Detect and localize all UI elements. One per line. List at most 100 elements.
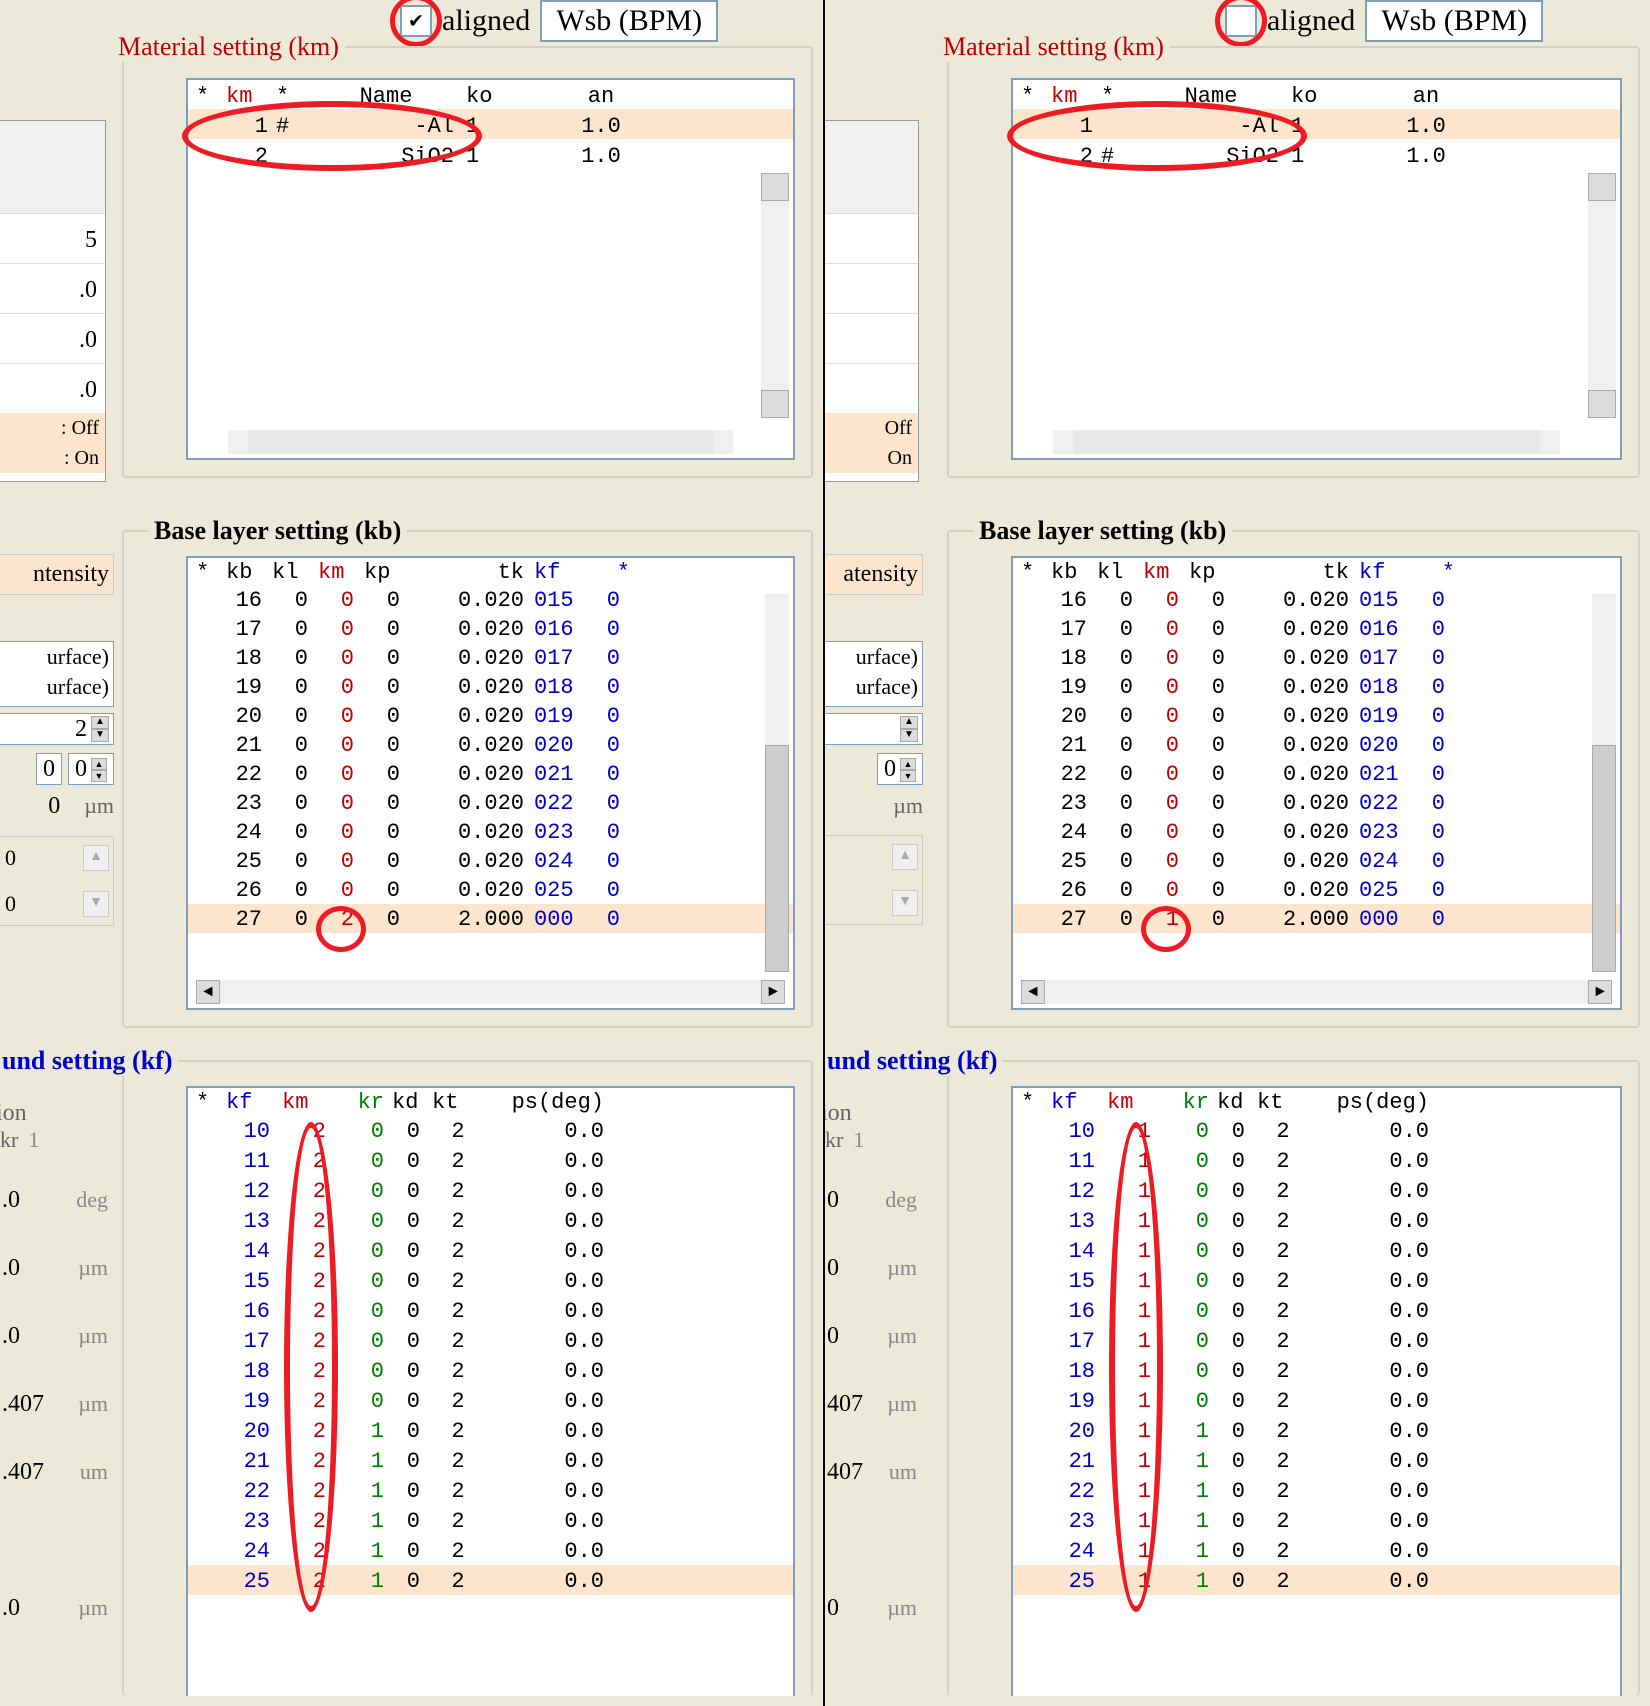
material-row[interactable]: 2 SiO211.0 xyxy=(188,139,793,169)
base-row[interactable]: 250000.0200240 xyxy=(188,846,793,875)
base-row[interactable]: 160000.0200150 xyxy=(188,585,793,614)
spin-arrows[interactable]: ▲▼ xyxy=(900,716,918,742)
material-title: Material setting (km) xyxy=(112,32,345,62)
base-row[interactable]: 230000.0200220 xyxy=(188,788,793,817)
compound-row[interactable]: 1220020.0 xyxy=(188,1175,793,1205)
compound-row[interactable]: 2211020.0 xyxy=(1013,1475,1620,1505)
compound-row[interactable]: 1010020.0 xyxy=(1013,1115,1620,1145)
material-title: Material setting (km) xyxy=(937,32,1170,62)
compound-row[interactable]: 2521020.0 xyxy=(188,1565,793,1595)
compound-row[interactable]: 1320020.0 xyxy=(188,1205,793,1235)
aligned-label: aligned xyxy=(442,4,530,38)
aligned-checkbox[interactable]: ✔ xyxy=(400,5,432,37)
compound-title: und setting (kf) xyxy=(825,1046,1003,1076)
compound-row[interactable]: 1310020.0 xyxy=(1013,1205,1620,1235)
base-row[interactable]: 220000.0200210 xyxy=(188,759,793,788)
base-hscrollbar[interactable]: ◄► xyxy=(1021,980,1612,1004)
compound-row[interactable]: 2511020.0 xyxy=(1013,1565,1620,1595)
compound-row[interactable]: 1110020.0 xyxy=(1013,1145,1620,1175)
base-row[interactable]: 190000.0200180 xyxy=(1013,672,1620,701)
material-row[interactable]: 1 -Al11.0 xyxy=(1013,109,1620,139)
compound-list[interactable]: * kf km kr kd kt ps(deg) 1020020.0112002… xyxy=(186,1086,795,1696)
compound-list[interactable]: * kf km kr kd kt ps(deg) 1010020.0111002… xyxy=(1011,1086,1622,1696)
scroll-up-icon[interactable] xyxy=(1588,173,1616,201)
compound-header: * kf km kr kd kt ps(deg) xyxy=(188,1088,793,1115)
base-vscrollbar[interactable] xyxy=(765,594,789,972)
compound-row[interactable]: 1910020.0 xyxy=(1013,1385,1620,1415)
material-list[interactable]: * km * Name ko an 1# -Al11.0 2 xyxy=(186,78,795,460)
stepper-up-icon[interactable]: ▲ xyxy=(83,845,109,871)
base-row[interactable]: 230000.0200220 xyxy=(1013,788,1620,817)
material-list[interactable]: * km * Name ko an 1 -Al11.0 2# xyxy=(1011,78,1622,460)
base-row[interactable]: 180000.0200170 xyxy=(188,643,793,672)
base-row[interactable]: 170000.0200160 xyxy=(1013,614,1620,643)
scroll-down-icon[interactable] xyxy=(761,390,789,418)
base-row[interactable]: 260000.0200250 xyxy=(188,875,793,904)
base-row[interactable]: 190000.0200180 xyxy=(188,672,793,701)
base-row[interactable]: 220000.0200210 xyxy=(1013,759,1620,788)
compound-row[interactable]: 2311020.0 xyxy=(1013,1505,1620,1535)
base-row[interactable]: 240000.0200230 xyxy=(188,817,793,846)
base-row[interactable]: 160000.0200150 xyxy=(1013,585,1620,614)
base-row[interactable]: 170000.0200160 xyxy=(188,614,793,643)
compound-row[interactable]: 2411020.0 xyxy=(1013,1535,1620,1565)
base-row[interactable]: 260000.0200250 xyxy=(1013,875,1620,904)
material-row[interactable]: 1# -Al11.0 xyxy=(188,109,793,139)
wsb-button[interactable]: Wsb (BPM) xyxy=(540,0,718,42)
check-icon: ✔ xyxy=(409,8,422,34)
compound-row[interactable]: 1620020.0 xyxy=(188,1295,793,1325)
base-row[interactable]: 200000.0200190 xyxy=(1013,701,1620,730)
base-row[interactable]: 210000.0200200 xyxy=(188,730,793,759)
material-row[interactable]: 2# SiO211.0 xyxy=(1013,139,1620,169)
base-row[interactable]: 180000.0200170 xyxy=(1013,643,1620,672)
compound-row[interactable]: 1410020.0 xyxy=(1013,1235,1620,1265)
compound-row[interactable]: 1920020.0 xyxy=(188,1385,793,1415)
compound-row[interactable]: 1120020.0 xyxy=(188,1145,793,1175)
spin-arrows[interactable]: ▲▼ xyxy=(91,716,109,742)
base-row[interactable]: 240000.0200230 xyxy=(1013,817,1620,846)
base-rows: 160000.0200150170000.0200160180000.02001… xyxy=(1013,585,1620,933)
compound-title: und setting (kf) xyxy=(0,1046,178,1076)
compound-row[interactable]: 1820020.0 xyxy=(188,1355,793,1385)
compound-row[interactable]: 2111020.0 xyxy=(1013,1445,1620,1475)
base-vscrollbar[interactable] xyxy=(1592,594,1616,972)
compound-row[interactable]: 2421020.0 xyxy=(188,1535,793,1565)
base-row[interactable]: 270202.0000000 xyxy=(188,904,793,933)
compound-row[interactable]: 1210020.0 xyxy=(1013,1175,1620,1205)
scroll-up-icon[interactable] xyxy=(761,173,789,201)
compound-row[interactable]: 1420020.0 xyxy=(188,1235,793,1265)
compound-row[interactable]: 1720020.0 xyxy=(188,1325,793,1355)
stepper-down-icon[interactable]: ▼ xyxy=(83,891,109,917)
stepper-up-icon[interactable]: ▲ xyxy=(892,844,918,870)
compound-row[interactable]: 2011020.0 xyxy=(1013,1415,1620,1445)
base-hscrollbar[interactable]: ◄► xyxy=(196,980,785,1004)
compound-row[interactable]: 2321020.0 xyxy=(188,1505,793,1535)
base-layer-list[interactable]: * kb kl km kp tk kf * 160000.02001501700… xyxy=(186,556,795,1010)
base-row[interactable]: 210000.0200200 xyxy=(1013,730,1620,759)
material-hscrollbar[interactable] xyxy=(1053,430,1560,454)
base-row[interactable]: 200000.0200190 xyxy=(188,701,793,730)
compound-row[interactable]: 2021020.0 xyxy=(188,1415,793,1445)
base-layer-list[interactable]: * kb kl km kp tk kf * 160000.02001501700… xyxy=(1011,556,1622,1010)
left-bot-fragments: ion kr1 0deg0µm0µm407µm407um0µm xyxy=(825,1096,923,1696)
material-rows: 1# -Al11.0 2 SiO211.0 xyxy=(188,109,793,169)
wsb-button[interactable]: Wsb (BPM) xyxy=(1365,0,1543,42)
compound-row[interactable]: 1810020.0 xyxy=(1013,1355,1620,1385)
compound-row[interactable]: 1020020.0 xyxy=(188,1115,793,1145)
compound-row[interactable]: 1510020.0 xyxy=(1013,1265,1620,1295)
compound-row[interactable]: 2121020.0 xyxy=(188,1445,793,1475)
compound-row[interactable]: 1710020.0 xyxy=(1013,1325,1620,1355)
scroll-down-icon[interactable] xyxy=(1588,390,1616,418)
material-hscrollbar[interactable] xyxy=(228,430,733,454)
compound-row[interactable]: 1520020.0 xyxy=(188,1265,793,1295)
right-pane: aligned Wsb (BPM) Off On Material settin… xyxy=(825,0,1650,1706)
stepper-down-icon[interactable]: ▼ xyxy=(892,890,918,916)
material-vscrollbar[interactable] xyxy=(1588,173,1616,418)
base-row[interactable]: 270102.0000000 xyxy=(1013,904,1620,933)
compound-row[interactable]: 1610020.0 xyxy=(1013,1295,1620,1325)
material-vscrollbar[interactable] xyxy=(761,173,789,418)
base-row[interactable]: 250000.0200240 xyxy=(1013,846,1620,875)
base-header: * kb kl km kp tk kf * xyxy=(188,558,793,585)
aligned-checkbox[interactable] xyxy=(1225,5,1257,37)
compound-row[interactable]: 2221020.0 xyxy=(188,1475,793,1505)
